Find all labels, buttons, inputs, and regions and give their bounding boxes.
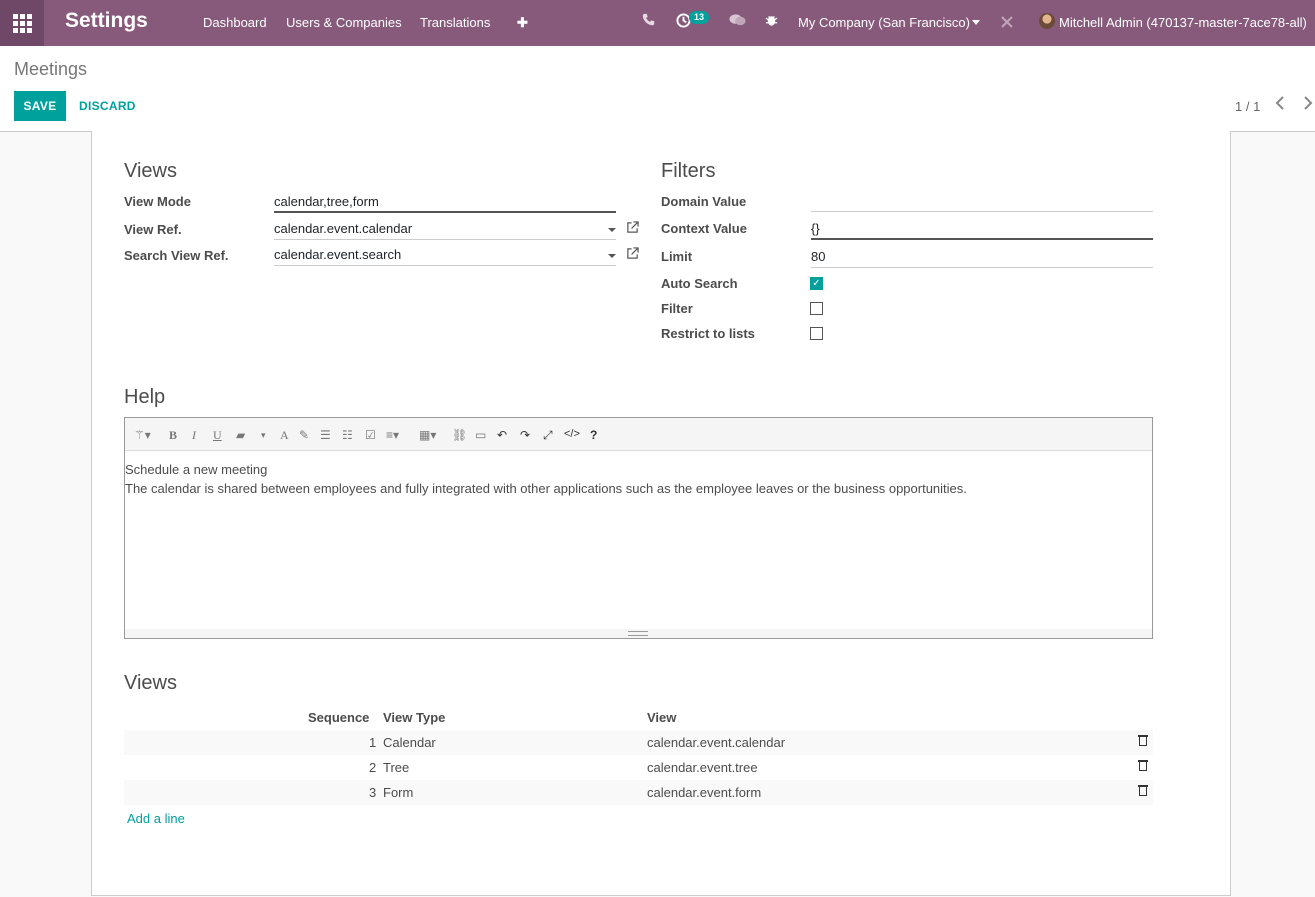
cell-sequence: 1 (369, 735, 377, 750)
auto-search-label: Auto Search (661, 276, 738, 291)
link-icon[interactable]: ⛓ (452, 428, 467, 442)
col-header-view[interactable]: View (647, 710, 676, 725)
cell-view: calendar.event.calendar (647, 735, 786, 750)
editor-content[interactable]: Schedule a new meeting The calendar is s… (125, 460, 967, 498)
save-button[interactable]: SAVE (14, 91, 66, 121)
domain-value-label: Domain Value (661, 194, 747, 209)
redo-icon[interactable]: ↷ (520, 428, 530, 442)
help-line-2: The calendar is shared between employees… (125, 481, 967, 496)
app-title: Settings (65, 9, 148, 32)
view-mode-label: View Mode (124, 194, 191, 209)
fullscreen-icon[interactable]: ⤢ (543, 428, 553, 443)
help-section-title: Help (124, 386, 166, 408)
table-row[interactable]: 1 Calendar calendar.event.calendar (124, 730, 1153, 755)
menu-users-companies[interactable]: Users & Companies (286, 15, 402, 30)
filters-group-title: Filters (661, 160, 716, 182)
cell-view-type: Form (383, 785, 414, 800)
italic-icon[interactable]: I (192, 428, 196, 443)
limit-label: Limit (661, 249, 693, 264)
undo-icon[interactable]: ↶ (497, 428, 507, 442)
activity-count-badge: 13 (689, 11, 710, 24)
search-view-ref-select[interactable]: calendar.event.search (274, 244, 616, 266)
pager-value[interactable]: 1 / 1 (1235, 99, 1260, 114)
image-icon[interactable]: ▭ (475, 428, 486, 442)
menu-translations[interactable]: Translations (420, 15, 490, 30)
views-table-title: Views (124, 672, 177, 694)
limit-input[interactable]: 80 (811, 246, 1153, 268)
view-ref-dropdown-icon[interactable] (608, 228, 616, 232)
delete-row-trash-icon[interactable] (1138, 784, 1148, 796)
company-caret-icon[interactable] (972, 20, 980, 25)
pager-next-icon[interactable] (1303, 96, 1313, 115)
view-ref-external-link-icon[interactable] (626, 221, 639, 237)
bold-icon[interactable]: B (169, 428, 177, 443)
col-header-view-type[interactable]: View Type (383, 710, 445, 725)
view-mode-input[interactable]: calendar,tree,form (274, 191, 616, 213)
font-size-dropdown-icon[interactable]: ▾ (261, 430, 266, 441)
apps-menu-icon[interactable] (0, 0, 44, 46)
checklist-icon[interactable]: ☑ (365, 428, 376, 442)
search-view-ref-external-link-icon[interactable] (626, 247, 639, 263)
cell-view-type: Calendar (383, 735, 436, 750)
table-row[interactable]: 3 Form calendar.event.form (124, 780, 1153, 805)
add-a-line-link[interactable]: Add a line (127, 811, 185, 826)
restrict-to-lists-label: Restrict to lists (661, 326, 755, 341)
user-menu[interactable]: Mitchell Admin (470137-master-7ace78-all… (1059, 15, 1307, 30)
restrict-to-lists-checkbox[interactable] (810, 327, 823, 340)
debug-bug-icon[interactable] (765, 13, 778, 31)
auto-search-checkbox[interactable]: ✓ (810, 277, 823, 290)
cell-sequence: 3 (369, 785, 377, 800)
magic-wand-icon[interactable]: ⚚▾ (134, 428, 151, 442)
table-row[interactable]: 2 Tree calendar.event.tree (124, 755, 1153, 780)
menu-dashboard[interactable]: Dashboard (203, 15, 267, 30)
phone-icon[interactable] (642, 13, 655, 30)
discard-button[interactable]: DISCARD (79, 99, 136, 113)
filter-label: Filter (661, 301, 693, 316)
eraser-icon[interactable]: ▰ (236, 428, 245, 442)
cell-view-type: Tree (383, 760, 410, 775)
company-switcher[interactable]: My Company (San Francisco) (798, 15, 970, 30)
filter-checkbox[interactable] (810, 302, 823, 315)
resize-grip-icon[interactable] (628, 631, 648, 636)
chat-icon[interactable] (729, 13, 746, 31)
domain-value-input[interactable] (811, 190, 1153, 212)
view-ref-label: View Ref. (124, 222, 182, 237)
cell-sequence: 2 (369, 760, 377, 775)
brush-icon[interactable]: ✎ (299, 428, 309, 442)
help-html-editor[interactable]: ⚚▾ B I U ▰ ▾ A ✎ ☰ ☷ ☑ ≡▾ ▦▾ ⛓ ▭ ↶ ↷ ⤢ <… (124, 417, 1153, 639)
editor-toolbar: ⚚▾ B I U ▰ ▾ A ✎ ☰ ☷ ☑ ≡▾ ▦▾ ⛓ ▭ ↶ ↷ ⤢ <… (125, 418, 1152, 451)
paragraph-align-icon[interactable]: ≡▾ (386, 428, 399, 442)
ordered-list-icon[interactable]: ☷ (342, 428, 353, 442)
views-group-title: Views (124, 160, 177, 182)
unordered-list-icon[interactable]: ☰ (320, 428, 331, 442)
delete-row-trash-icon[interactable] (1138, 759, 1148, 771)
top-navbar: Settings Dashboard Users & Companies Tra… (0, 0, 1315, 46)
breadcrumb[interactable]: Meetings (14, 59, 87, 80)
font-color-icon[interactable]: A (280, 428, 289, 443)
code-view-icon[interactable]: </> (564, 428, 580, 440)
col-header-sequence[interactable]: Sequence (308, 710, 369, 725)
tools-icon[interactable] (1000, 15, 1014, 33)
search-view-ref-dropdown-icon[interactable] (608, 254, 616, 258)
cell-view: calendar.event.form (647, 785, 762, 800)
underline-icon[interactable]: U (213, 428, 222, 443)
help-icon[interactable]: ? (590, 428, 597, 442)
pager-previous-icon[interactable] (1275, 96, 1285, 115)
control-panel: Meetings SAVE DISCARD 1 / 1 (0, 46, 1315, 132)
delete-row-trash-icon[interactable] (1138, 734, 1148, 746)
menu-plus-icon[interactable]: ✚ (517, 15, 528, 31)
help-line-1: Schedule a new meeting (125, 462, 268, 477)
editor-resize-bar[interactable] (125, 629, 1152, 638)
context-value-label: Context Value (661, 221, 747, 236)
search-view-ref-label: Search View Ref. (124, 248, 229, 263)
table-icon[interactable]: ▦▾ (419, 428, 436, 442)
context-value-input[interactable]: {} (811, 218, 1153, 240)
user-avatar[interactable] (1039, 13, 1055, 29)
cell-view: calendar.event.tree (647, 760, 758, 775)
view-ref-select[interactable]: calendar.event.calendar (274, 218, 616, 240)
